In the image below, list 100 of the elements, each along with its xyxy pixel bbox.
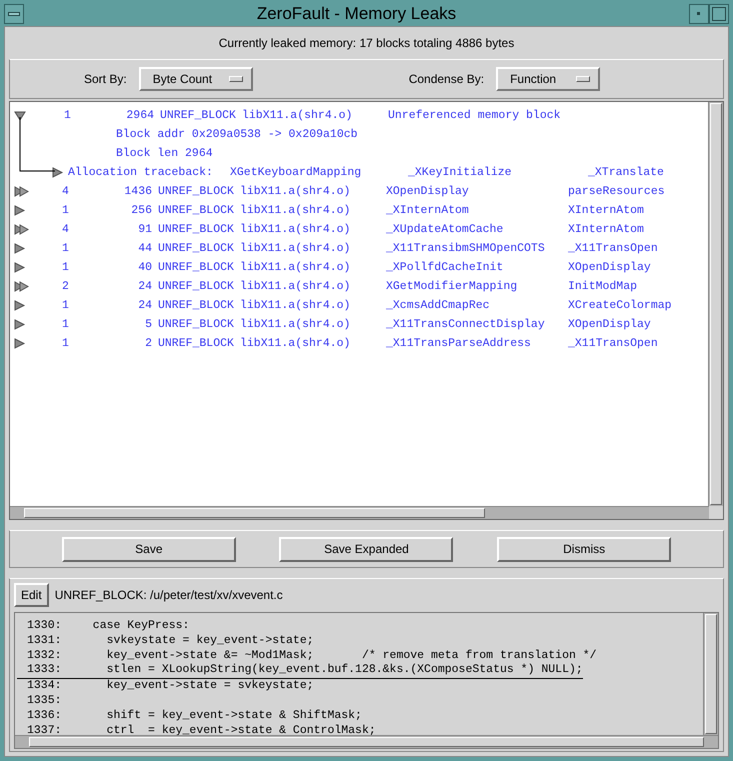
action-button[interactable]: Dismiss (497, 536, 672, 562)
byte-count: 2964 (125, 109, 154, 122)
leak-type: UNREF_BLOCK (157, 299, 235, 312)
sort-label: Sort By: (84, 72, 127, 86)
minimize-button[interactable] (689, 4, 709, 24)
library-name: libX11.a(shr4.o) (240, 242, 352, 255)
byte-count: 40 (137, 261, 152, 274)
block-count: 1 (62, 318, 70, 331)
function-name: _X11TransOpen (568, 337, 659, 350)
double-triangle-icon[interactable] (14, 186, 30, 197)
function-name: _XTranslate (588, 166, 665, 179)
detail-text: Allocation traceback: (68, 166, 214, 179)
function-name: XOpenDisplay (568, 318, 652, 331)
code-line: stlen = XLookupString(key_event.buf.128.&ks.(XComposeStatus *) NULL); (106, 663, 583, 678)
condense-label: Condense By: (408, 72, 484, 86)
source-location: UNREF_BLOCK: /u/peter/test/xv/xvevent.c (54, 588, 283, 602)
byte-count: 256 (130, 204, 152, 217)
function-name: _XPollfdCacheInit (386, 261, 504, 274)
function-name: XOpenDisplay (568, 261, 652, 274)
block-count: 1 (62, 299, 70, 312)
byte-count: 24 (137, 280, 152, 293)
menu-icon (8, 12, 20, 16)
function-name: _X11TransParseAddress (386, 337, 532, 350)
function-name: InitModMap (568, 280, 638, 293)
collapse-triangle-icon[interactable] (14, 110, 26, 120)
byte-count: 24 (137, 299, 152, 312)
code-line: key_event->state &= ~Mod1Mask; /* remove meta from translation */ (106, 648, 597, 664)
detail-text: Block len 2964 (116, 147, 213, 160)
function-name: XGetModifierMapping (386, 280, 518, 293)
leak-type: UNREF_BLOCK (159, 109, 237, 122)
function-name: _X11TransConnectDisplay (386, 318, 546, 331)
function-name: _XInternAtom (386, 204, 470, 217)
block-count: 4 (62, 185, 70, 198)
library-name: libX11.a(shr4.o) (240, 337, 352, 350)
function-name: _X11TransOpen (568, 242, 659, 255)
leak-type: UNREF_BLOCK (157, 223, 235, 236)
library-name: libX11.a(shr4.o) (240, 318, 352, 331)
library-name: libX11.a(shr4.o) (240, 185, 352, 198)
function-name: XCreateColormap (568, 299, 673, 312)
window-title: ZeroFault - Memory Leaks (256, 4, 458, 24)
line-number: 1330: (27, 619, 63, 634)
library-name: libX11.a(shr4.o) (240, 299, 352, 312)
action-button[interactable]: Save Expanded (279, 536, 454, 562)
function-name: XInternAtom (568, 223, 645, 236)
horizontal-scrollbar[interactable] (10, 506, 709, 519)
leak-type: UNREF_BLOCK (157, 280, 235, 293)
code-line: case KeyPress: (92, 619, 190, 634)
leak-type: UNREF_BLOCK (157, 242, 235, 255)
line-number: 1331: (27, 634, 63, 649)
line-number: 1334: (27, 679, 63, 694)
maximize-icon (712, 7, 726, 21)
block-count: 4 (62, 223, 70, 236)
function-name: _XUpdateAtomCache (386, 223, 504, 236)
horizontal-scrollbar[interactable] (15, 735, 718, 748)
minimize-icon (697, 12, 701, 16)
block-count: 1 (62, 337, 70, 350)
byte-count: 2 (144, 337, 152, 350)
byte-count: 1436 (123, 185, 152, 198)
line-number: 1337: (27, 724, 63, 735)
double-triangle-icon[interactable] (14, 224, 30, 235)
block-count: 1 (62, 242, 70, 255)
code-line: ctrl = key_event->state & ControlMask; (106, 724, 376, 735)
function-name: _XcmsAddCmapRec (386, 299, 491, 312)
leak-type: UNREF_BLOCK (157, 337, 235, 350)
leak-type: UNREF_BLOCK (157, 204, 235, 217)
library-name: libX11.a(shr4.o) (240, 204, 352, 217)
vertical-scrollbar[interactable] (708, 102, 723, 506)
condense-dropdown[interactable]: Function (496, 67, 600, 91)
line-number: 1335: (27, 694, 63, 709)
function-name: _X11TransibmSHMOpenCOTS (386, 242, 546, 255)
maximize-button[interactable] (709, 4, 729, 24)
block-count: 2 (62, 280, 70, 293)
library-name: libX11.a(shr4.o) (240, 261, 352, 274)
byte-count: 91 (137, 223, 152, 236)
leak-type: UNREF_BLOCK (157, 261, 235, 274)
library-name: libX11.a(shr4.o) (242, 109, 354, 122)
leak-type: UNREF_BLOCK (157, 318, 235, 331)
block-count: 1 (64, 109, 72, 122)
action-button[interactable]: Save (62, 536, 236, 562)
block-count: 1 (62, 261, 70, 274)
summary-text: Currently leaked memory: 17 blocks totaling 4886 bytes (218, 35, 516, 52)
double-triangle-icon[interactable] (14, 281, 30, 292)
function-name: XOpenDisplay (386, 185, 470, 198)
line-number: 1332: (27, 648, 63, 664)
library-name: libX11.a(shr4.o) (240, 223, 352, 236)
line-number: 1336: (27, 708, 63, 724)
window-menu-button[interactable] (4, 4, 24, 24)
code-line: key_event->state = svkeystate; (106, 679, 314, 694)
function-name: _XKeyInitialize (408, 166, 513, 179)
leak-type: UNREF_BLOCK (157, 185, 235, 198)
code-line: svkeystate = key_event->state; (106, 634, 314, 649)
detail-text: Block addr 0x209a0538 -> 0x209a10cb (116, 128, 358, 141)
edit-button[interactable]: Edit (14, 583, 49, 607)
function-name: Unreferenced memory block (388, 109, 562, 122)
function-name: parseResources (568, 185, 666, 198)
sort-dropdown[interactable]: Byte Count (138, 67, 253, 91)
byte-count: 44 (137, 242, 152, 255)
function-name: XInternAtom (568, 204, 645, 217)
vertical-scrollbar[interactable] (703, 613, 718, 735)
code-line: shift = key_event->state & ShiftMask; (106, 708, 362, 724)
